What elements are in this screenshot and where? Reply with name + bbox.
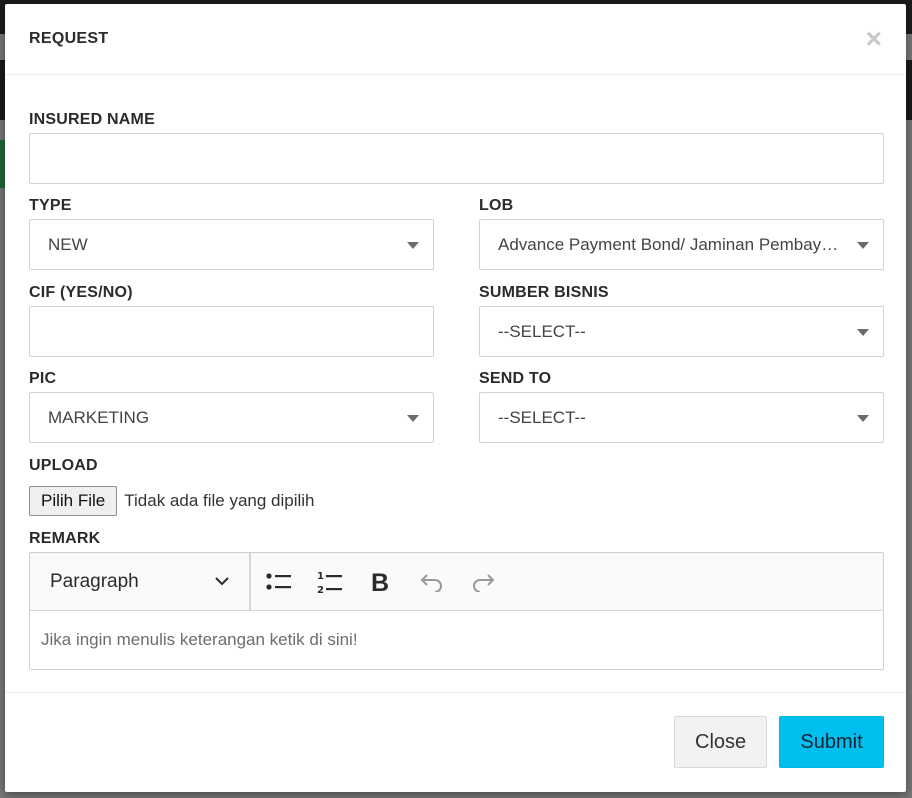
cif-input[interactable] (29, 306, 434, 357)
chevron-down-icon (407, 242, 419, 249)
chevron-down-icon (215, 573, 229, 591)
modal-body: INSURED NAME TYPE NEW LOB Advance Paymen… (5, 75, 906, 693)
send-to-label: SEND TO (479, 370, 552, 387)
bold-icon[interactable]: B (355, 553, 406, 611)
type-select[interactable]: NEW (29, 219, 434, 270)
file-upload: Pilih File Tidak ada file yang dipilih (29, 486, 315, 516)
sumber-bisnis-select[interactable]: --SELECT-- (479, 306, 884, 357)
svg-text:1: 1 (317, 571, 324, 582)
lob-select-value: Advance Payment Bond/ Jaminan Pembayaran… (498, 234, 865, 254)
svg-text:2: 2 (317, 585, 324, 595)
modal-title: REQUEST (29, 30, 109, 47)
svg-text:B: B (371, 570, 389, 594)
type-label: TYPE (29, 197, 72, 214)
chevron-down-icon (857, 415, 869, 422)
chevron-down-icon (857, 329, 869, 336)
request-modal: REQUEST × INSURED NAME TYPE NEW LOB Adva… (5, 4, 906, 792)
paragraph-format-dropdown[interactable]: Paragraph (30, 553, 251, 611)
close-button[interactable]: Close (674, 716, 767, 768)
cif-label: CIF (YES/NO) (29, 284, 133, 301)
remark-editor: Paragraph 1 2 B Jika ingin menulis keter… (29, 552, 884, 670)
remark-placeholder: Jika ingin menulis keterangan ketik di s… (41, 630, 358, 649)
pic-select-value: MARKETING (48, 407, 150, 427)
modal-header: REQUEST × (5, 4, 906, 75)
send-to-select-value: --SELECT-- (498, 407, 586, 427)
lob-select[interactable]: Advance Payment Bond/ Jaminan Pembayaran… (479, 219, 884, 270)
choose-file-button[interactable]: Pilih File (29, 486, 118, 516)
undo-icon[interactable] (406, 553, 457, 611)
chevron-down-icon (407, 415, 419, 422)
pic-select[interactable]: MARKETING (29, 392, 434, 443)
remark-label: REMARK (29, 530, 101, 547)
sumber-bisnis-select-value: --SELECT-- (498, 321, 586, 341)
upload-label: UPLOAD (29, 457, 98, 474)
remark-editor-content[interactable]: Jika ingin menulis keterangan ketik di s… (30, 611, 883, 669)
lob-label: LOB (479, 197, 514, 214)
editor-toolbar: Paragraph 1 2 B (30, 553, 883, 611)
type-select-value: NEW (48, 234, 88, 254)
paragraph-format-label: Paragraph (50, 570, 139, 592)
file-status-text: Tidak ada file yang dipilih (124, 491, 315, 510)
close-icon[interactable]: × (866, 25, 882, 53)
send-to-select[interactable]: --SELECT-- (479, 392, 884, 443)
bulleted-list-icon[interactable] (253, 553, 304, 611)
submit-button[interactable]: Submit (779, 716, 884, 768)
chevron-down-icon (857, 242, 869, 249)
insured-name-label: INSURED NAME (29, 111, 155, 128)
modal-footer: Close Submit (5, 693, 906, 791)
pic-label: PIC (29, 370, 57, 387)
numbered-list-icon[interactable]: 1 2 (304, 553, 355, 611)
sumber-bisnis-label: SUMBER BISNIS (479, 284, 609, 301)
insured-name-input[interactable] (29, 133, 884, 184)
redo-icon[interactable] (457, 553, 508, 611)
